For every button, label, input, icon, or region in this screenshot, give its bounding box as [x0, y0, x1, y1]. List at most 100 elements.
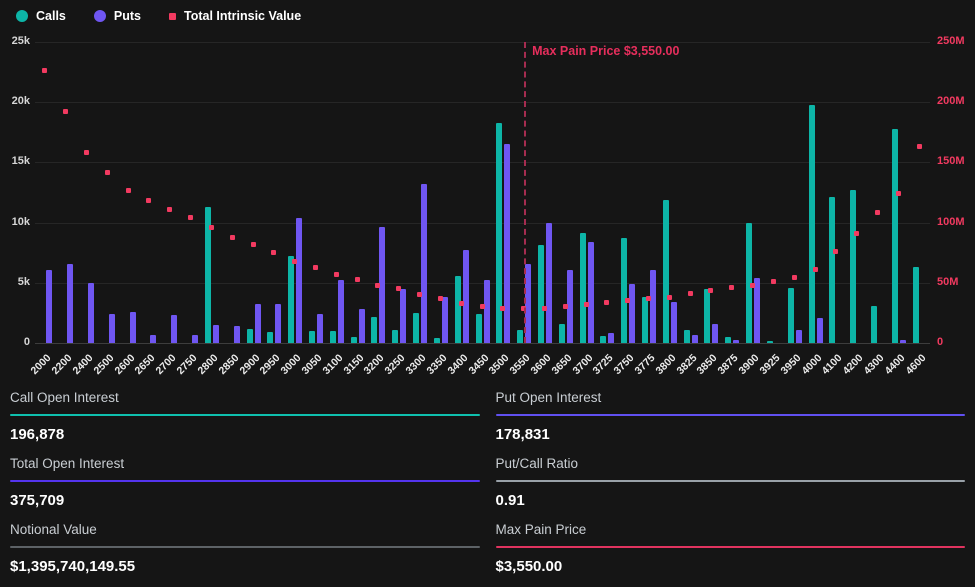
calls-bar-4200[interactable]	[850, 190, 856, 343]
intrinsic-point-2750[interactable]	[188, 215, 193, 220]
intrinsic-point-3600[interactable]	[542, 306, 547, 311]
intrinsic-point-3200[interactable]	[375, 283, 380, 288]
plot-area[interactable]: Max Pain Price $3,550.00	[35, 42, 930, 344]
intrinsic-point-4100[interactable]	[833, 249, 838, 254]
puts-bar-3050[interactable]	[317, 314, 323, 343]
puts-bar-3775[interactable]	[650, 270, 656, 343]
calls-bar-3800[interactable]	[663, 200, 669, 343]
intrinsic-point-2850[interactable]	[230, 235, 235, 240]
calls-bar-3100[interactable]	[330, 331, 336, 343]
calls-bar-3150[interactable]	[351, 337, 357, 343]
calls-bar-2900[interactable]	[247, 329, 253, 343]
puts-bar-3725[interactable]	[608, 333, 614, 343]
puts-bar-2000[interactable]	[46, 270, 52, 343]
calls-bar-3725[interactable]	[600, 336, 606, 343]
calls-bar-3925[interactable]	[767, 341, 773, 343]
intrinsic-point-3775[interactable]	[646, 296, 651, 301]
puts-bar-4400[interactable]	[900, 340, 906, 343]
calls-bar-3050[interactable]	[309, 331, 315, 343]
calls-bar-4600[interactable]	[913, 267, 919, 343]
puts-bar-2600[interactable]	[130, 312, 136, 343]
intrinsic-point-4200[interactable]	[854, 231, 859, 236]
puts-bar-2950[interactable]	[275, 304, 281, 343]
intrinsic-point-3850[interactable]	[708, 288, 713, 293]
puts-bar-3800[interactable]	[671, 302, 677, 343]
intrinsic-point-3700[interactable]	[584, 302, 589, 307]
puts-bar-3200[interactable]	[379, 227, 385, 343]
puts-bar-4000[interactable]	[817, 318, 823, 343]
intrinsic-point-4000[interactable]	[813, 267, 818, 272]
calls-bar-4100[interactable]	[829, 197, 835, 343]
intrinsic-point-2950[interactable]	[271, 250, 276, 255]
calls-bar-3600[interactable]	[538, 245, 544, 343]
puts-bar-3000[interactable]	[296, 218, 302, 343]
calls-bar-3875[interactable]	[725, 337, 731, 343]
intrinsic-point-3650[interactable]	[563, 304, 568, 309]
intrinsic-point-2200[interactable]	[63, 109, 68, 114]
intrinsic-point-4600[interactable]	[917, 144, 922, 149]
intrinsic-point-3925[interactable]	[771, 279, 776, 284]
intrinsic-point-3900[interactable]	[750, 283, 755, 288]
intrinsic-point-3500[interactable]	[500, 306, 505, 311]
legend-item-calls[interactable]: Calls	[16, 9, 66, 23]
puts-bar-3500[interactable]	[504, 144, 510, 343]
puts-bar-3400[interactable]	[463, 250, 469, 343]
legend-item-intrinsic-value[interactable]: Total Intrinsic Value	[169, 9, 301, 23]
intrinsic-point-2900[interactable]	[251, 242, 256, 247]
intrinsic-point-3050[interactable]	[313, 265, 318, 270]
intrinsic-point-4300[interactable]	[875, 210, 880, 215]
puts-bar-3100[interactable]	[338, 280, 344, 343]
puts-bar-2500[interactable]	[109, 314, 115, 343]
calls-bar-3400[interactable]	[455, 276, 461, 343]
intrinsic-point-3825[interactable]	[688, 291, 693, 296]
calls-bar-4300[interactable]	[871, 306, 877, 343]
intrinsic-point-2800[interactable]	[209, 225, 214, 230]
calls-bar-3000[interactable]	[288, 256, 294, 343]
calls-bar-3775[interactable]	[642, 297, 648, 343]
intrinsic-point-3000[interactable]	[292, 259, 297, 264]
intrinsic-point-3350[interactable]	[438, 296, 443, 301]
intrinsic-point-2700[interactable]	[167, 207, 172, 212]
intrinsic-point-3875[interactable]	[729, 285, 734, 290]
puts-bar-3150[interactable]	[359, 309, 365, 343]
intrinsic-point-3250[interactable]	[396, 286, 401, 291]
calls-bar-3850[interactable]	[704, 289, 710, 343]
calls-bar-3300[interactable]	[413, 313, 419, 343]
intrinsic-point-3800[interactable]	[667, 295, 672, 300]
legend-item-puts[interactable]: Puts	[94, 9, 141, 23]
calls-bar-3550[interactable]	[517, 330, 523, 343]
puts-bar-3825[interactable]	[692, 335, 698, 343]
intrinsic-point-3750[interactable]	[625, 298, 630, 303]
calls-bar-3650[interactable]	[559, 324, 565, 343]
calls-bar-3700[interactable]	[580, 233, 586, 343]
intrinsic-point-2000[interactable]	[42, 68, 47, 73]
puts-bar-2700[interactable]	[171, 315, 177, 343]
calls-bar-4400[interactable]	[892, 129, 898, 343]
intrinsic-point-4400[interactable]	[896, 191, 901, 196]
intrinsic-point-3300[interactable]	[417, 292, 422, 297]
puts-bar-3300[interactable]	[421, 184, 427, 343]
puts-bar-3750[interactable]	[629, 284, 635, 343]
calls-bar-3250[interactable]	[392, 330, 398, 343]
puts-bar-2750[interactable]	[192, 335, 198, 343]
puts-bar-2850[interactable]	[234, 326, 240, 343]
puts-bar-3950[interactable]	[796, 330, 802, 343]
calls-bar-3200[interactable]	[371, 317, 377, 343]
calls-bar-2950[interactable]	[267, 332, 273, 343]
calls-bar-4000[interactable]	[809, 105, 815, 343]
puts-bar-2650[interactable]	[150, 335, 156, 343]
intrinsic-point-2600[interactable]	[126, 188, 131, 193]
puts-bar-2800[interactable]	[213, 325, 219, 343]
intrinsic-point-2500[interactable]	[105, 170, 110, 175]
intrinsic-point-3100[interactable]	[334, 272, 339, 277]
intrinsic-point-3725[interactable]	[604, 300, 609, 305]
intrinsic-point-2400[interactable]	[84, 150, 89, 155]
puts-bar-2900[interactable]	[255, 304, 261, 343]
calls-bar-3825[interactable]	[684, 330, 690, 343]
puts-bar-2400[interactable]	[88, 283, 94, 343]
puts-bar-3450[interactable]	[484, 280, 490, 343]
calls-bar-3350[interactable]	[434, 338, 440, 343]
calls-bar-3950[interactable]	[788, 288, 794, 343]
puts-bar-3600[interactable]	[546, 223, 552, 343]
intrinsic-point-2650[interactable]	[146, 198, 151, 203]
